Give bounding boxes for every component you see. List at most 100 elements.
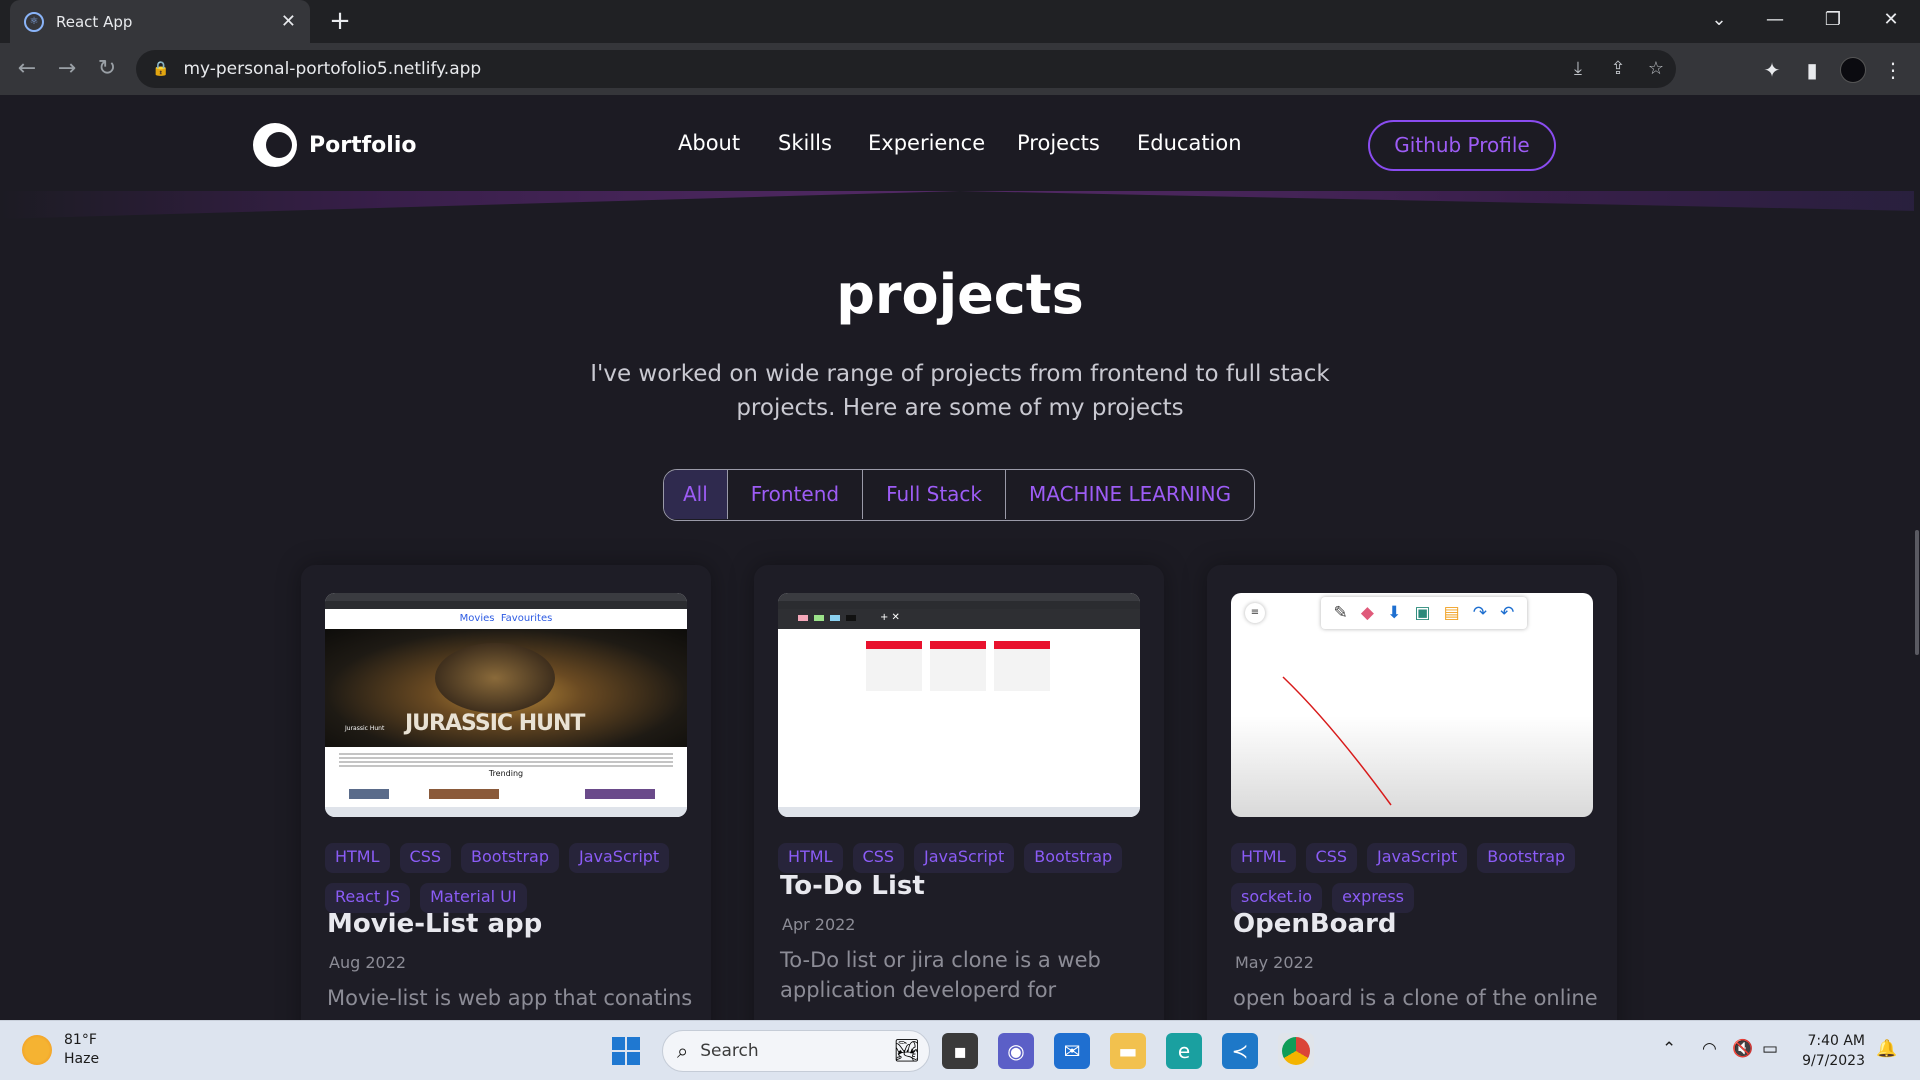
tag: HTML — [1231, 843, 1296, 873]
edge-browser-icon[interactable]: e — [1166, 1033, 1202, 1069]
weather-widget[interactable]: 81°F Haze — [22, 1031, 99, 1069]
page-viewport: Portfolio About Skills Experience Projec… — [0, 95, 1920, 1020]
project-description: open board is a clone of the online — [1233, 986, 1598, 1010]
windows-taskbar: 81°F Haze ⌕ Search 🏞 ▪ ◉ ✉ ▬ e ≺ ⌃ ◠ 🔇 ▭… — [0, 1020, 1920, 1080]
address-bar[interactable]: 🔒 my-personal-portofolio5.netlify.app ⤓ … — [136, 50, 1676, 88]
tag: Bootstrap — [461, 843, 559, 873]
restore-button[interactable]: ❐ — [1804, 0, 1862, 43]
project-title: To-Do List — [780, 871, 925, 901]
bookmark-star-icon[interactable]: ☆ — [1638, 50, 1674, 88]
tag: HTML — [778, 843, 843, 873]
nav-projects[interactable]: Projects — [1017, 131, 1100, 155]
start-windows-icon[interactable] — [612, 1037, 640, 1065]
project-thumbnail: ≡ ✎ ◆ ⬇ ▣ ▤ ↷ ↶ — [1231, 593, 1593, 817]
weather-temperature: 81°F — [64, 1032, 97, 1048]
vscode-icon[interactable]: ≺ — [1222, 1033, 1258, 1069]
url-text: my-personal-portofolio5.netlify.app — [183, 59, 482, 79]
nav-education[interactable]: Education — [1137, 131, 1242, 155]
thumb-hero-small: Jurassic Hunt — [345, 725, 385, 732]
taskbar-search[interactable]: ⌕ Search 🏞 — [662, 1030, 930, 1072]
project-tags: HTML CSS JavaScript Bootstrap socket.io … — [1231, 843, 1601, 913]
notification-bell-icon[interactable]: 🔔 — [1876, 1039, 1897, 1059]
forward-button[interactable]: → — [52, 55, 82, 85]
volume-muted-icon[interactable]: 🔇 — [1732, 1039, 1753, 1059]
project-filter-group: All Frontend Full Stack MACHINE LEARNING — [663, 469, 1256, 521]
minimize-button[interactable]: — — [1746, 0, 1804, 43]
system-clock[interactable]: 7:40 AM 9/7/2023 — [1795, 1031, 1865, 1071]
tab-search-chevron-icon[interactable]: ⌄ — [1690, 0, 1748, 43]
nav-about[interactable]: About — [678, 131, 740, 155]
project-date: Aug 2022 — [329, 953, 407, 972]
project-card-todo-list[interactable]: + ✕ HTML CSS JavaScript Bootstrap To-Do … — [754, 565, 1164, 1020]
thumb-nav-favourites: Favourites — [500, 613, 553, 624]
project-card-movie-list[interactable]: Movies Favourites JURASSIC HUNT Jurassic… — [301, 565, 711, 1020]
tag: HTML — [325, 843, 390, 873]
weather-condition: Haze — [64, 1051, 100, 1067]
thumb-trending-label: Trending — [488, 769, 524, 778]
github-profile-button[interactable]: Github Profile — [1368, 120, 1556, 171]
project-title: Movie-List app — [327, 909, 543, 939]
search-highlight-icon: 🏞 — [893, 1038, 921, 1064]
tag: JavaScript — [569, 843, 670, 873]
side-panel-icon[interactable]: ▮ — [1797, 55, 1827, 85]
site-header: Portfolio About Skills Experience Projec… — [0, 95, 1920, 195]
search-label: Search — [700, 1041, 759, 1061]
mail-icon[interactable]: ✉ — [1054, 1033, 1090, 1069]
section-title: projects — [836, 263, 1084, 326]
file-explorer-icon[interactable]: ▬ — [1110, 1033, 1146, 1069]
haze-weather-icon — [22, 1035, 52, 1065]
project-date: Apr 2022 — [782, 915, 856, 934]
chrome-icon[interactable] — [1278, 1033, 1314, 1069]
teams-chat-icon[interactable]: ◉ — [998, 1033, 1034, 1069]
tag: CSS — [1305, 843, 1358, 873]
page-scrollbar[interactable] — [1914, 95, 1920, 1020]
site-logo[interactable]: Portfolio — [253, 123, 417, 167]
browser-tab-bar: ⚛ React App ✕ + ⌄ — ❐ ✕ — [0, 0, 1920, 43]
new-tab-button[interactable]: + — [325, 6, 355, 36]
back-button[interactable]: ← — [12, 55, 42, 85]
task-view-icon[interactable]: ▪ — [942, 1033, 978, 1069]
tag: JavaScript — [1367, 843, 1468, 873]
tab-title: React App — [56, 12, 133, 31]
menu-kebab-icon[interactable]: ⋮ — [1878, 55, 1908, 85]
tag: CSS — [399, 843, 452, 873]
nav-skills[interactable]: Skills — [778, 131, 832, 155]
filter-machine-learning[interactable]: MACHINE LEARNING — [1006, 470, 1254, 519]
profile-avatar[interactable] — [1840, 57, 1866, 83]
tag: JavaScript — [914, 843, 1015, 873]
browser-toolbar: ← → ↻ 🔒 my-personal-portofolio5.netlify.… — [0, 43, 1920, 95]
project-date: May 2022 — [1235, 953, 1314, 972]
project-tags: HTML CSS Bootstrap JavaScript React JS M… — [325, 843, 695, 913]
show-hidden-icons-chevron[interactable]: ⌃ — [1662, 1039, 1676, 1059]
extensions-puzzle-icon[interactable]: ✦ — [1757, 55, 1787, 85]
battery-icon[interactable]: ▭ — [1762, 1039, 1778, 1059]
nav-experience[interactable]: Experience — [868, 131, 985, 155]
logo-text: Portfolio — [309, 132, 417, 158]
browser-tab[interactable]: ⚛ React App ✕ — [10, 0, 310, 43]
clock-time: 7:40 AM — [1807, 1033, 1865, 1049]
filter-frontend[interactable]: Frontend — [728, 470, 864, 519]
install-app-icon[interactable]: ⤓ — [1560, 50, 1596, 88]
wifi-icon[interactable]: ◠ — [1702, 1039, 1717, 1059]
project-card-openboard[interactable]: ≡ ✎ ◆ ⬇ ▣ ▤ ↷ ↶ HTML CSS JavaScript Bootstrap … — [1207, 565, 1617, 1020]
project-description: To-Do list or jira clone is a web applic… — [780, 948, 1101, 1002]
tag: Bootstrap — [1477, 843, 1576, 873]
clock-date: 9/7/2023 — [1802, 1053, 1865, 1069]
thumb-hero-text: JURASSIC HUNT — [405, 711, 585, 736]
drawn-line — [1282, 676, 1392, 806]
react-favicon-icon: ⚛ — [24, 11, 44, 32]
thumb-nav-movies: Movies — [459, 613, 495, 624]
close-tab-icon[interactable]: ✕ — [281, 11, 296, 32]
logo-mark-icon — [253, 123, 297, 167]
project-description: Movie-list is web app that conatins — [327, 986, 693, 1010]
close-window-button[interactable]: ✕ — [1862, 0, 1920, 43]
project-thumbnail: + ✕ — [778, 593, 1140, 817]
filter-all[interactable]: All — [664, 470, 728, 519]
scrollbar-thumb[interactable] — [1915, 530, 1919, 655]
share-icon[interactable]: ⇪ — [1600, 50, 1636, 88]
filter-full-stack[interactable]: Full Stack — [863, 470, 1006, 519]
reload-button[interactable]: ↻ — [92, 55, 122, 85]
project-title: OpenBoard — [1233, 909, 1397, 939]
tag: CSS — [852, 843, 905, 873]
search-icon: ⌕ — [677, 1039, 689, 1063]
